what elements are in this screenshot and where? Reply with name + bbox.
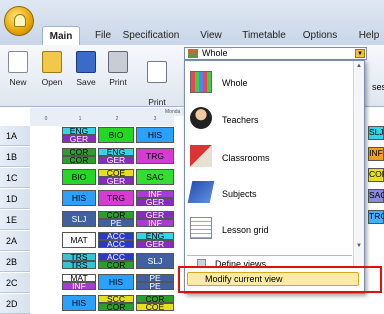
menu-item-classrooms[interactable]: Classrooms: [185, 139, 353, 173]
grid-cell[interactable]: TRG: [136, 148, 174, 164]
timetable-icon: [190, 71, 212, 93]
row-label: 1C: [0, 168, 30, 188]
open-button[interactable]: Open: [36, 49, 68, 105]
grid-cell[interactable]: SAC: [368, 189, 384, 203]
row-label: 1A: [0, 126, 30, 146]
grid-cell[interactable]: GER: [98, 156, 134, 164]
grid-cell[interactable]: COR: [62, 156, 96, 164]
printer-icon: [108, 51, 128, 73]
grid-cell[interactable]: GER: [136, 240, 174, 248]
grid-cell[interactable]: TRG: [98, 190, 134, 206]
grid-cell[interactable]: TRG: [368, 210, 384, 224]
grid-cell[interactable]: GER: [98, 177, 134, 185]
classroom-icon: [190, 145, 212, 167]
row-label: 2B: [0, 252, 30, 272]
grid-cell[interactable]: HIS: [98, 274, 134, 290]
grid-cell[interactable]: ACC: [98, 240, 134, 248]
grid-cell[interactable]: TRS: [62, 261, 96, 269]
grid-cell[interactable]: SLJ: [136, 253, 174, 269]
scroll-down-icon[interactable]: ▼: [355, 243, 363, 252]
app-menu-button[interactable]: [4, 6, 34, 36]
tab-view[interactable]: View: [196, 26, 226, 45]
row-label: 2A: [0, 231, 30, 251]
row-label: 2C: [0, 273, 30, 293]
new-button[interactable]: New: [2, 49, 34, 105]
row-label: 2D: [0, 294, 30, 314]
grid-cell[interactable]: COR: [98, 261, 134, 269]
grid-cell[interactable]: GER: [136, 198, 174, 206]
view-select[interactable]: Whole ▼: [184, 47, 367, 60]
print-button[interactable]: Print: [102, 49, 134, 105]
grid-cell[interactable]: BIO: [98, 127, 134, 143]
bell-icon: [14, 14, 26, 27]
print-preview-icon: [147, 61, 167, 83]
print-preview-button[interactable]: Print preview: [138, 49, 176, 117]
col-number: 3: [136, 116, 174, 126]
col-number: 0: [30, 116, 62, 126]
tab-options[interactable]: Options: [300, 26, 340, 45]
teacher-icon: [190, 107, 212, 129]
grid-cell[interactable]: MAT: [62, 232, 96, 248]
grid-cell[interactable]: BIO: [62, 169, 96, 185]
grid-cell[interactable]: COE: [136, 303, 174, 311]
grid-cell[interactable]: COR: [98, 303, 134, 311]
grid-cell[interactable]: SLJ: [368, 126, 384, 140]
grid-cell[interactable]: SAC: [136, 169, 174, 185]
menu-item-teachers[interactable]: Teachers: [185, 101, 353, 135]
view-dropdown-menu: Whole Teachers Classrooms Subjects Lesso…: [184, 60, 365, 294]
tab-main[interactable]: Main: [42, 26, 80, 45]
grid-cell[interactable]: INF: [136, 219, 174, 227]
save-icon: [76, 51, 96, 73]
grid-cell[interactable]: SLJ: [62, 211, 96, 227]
folder-icon: [42, 51, 62, 73]
grid-cell[interactable]: INF: [62, 282, 96, 290]
scroll-up-icon[interactable]: ▲: [355, 63, 363, 72]
chevron-down-icon[interactable]: ▼: [355, 49, 365, 58]
grid-cell[interactable]: INF: [368, 147, 384, 161]
tab-timetable[interactable]: Timetable: [236, 26, 292, 45]
ribbon-partial-label: ses: [372, 82, 384, 92]
day-header: Monda: [30, 108, 190, 116]
grid-cell[interactable]: HIS: [62, 295, 96, 311]
col-number: 1: [62, 116, 98, 126]
menu-item-lesson-grid[interactable]: Lesson grid: [185, 211, 353, 245]
col-number: 2: [98, 116, 136, 126]
row-label: 1D: [0, 189, 30, 209]
lesson-grid-icon: [190, 217, 212, 239]
row-label: 1B: [0, 147, 30, 167]
tab-file[interactable]: File: [86, 26, 120, 45]
grid-cell[interactable]: PE: [136, 282, 174, 290]
tab-help[interactable]: Help: [354, 26, 384, 45]
save-button[interactable]: Save: [70, 49, 102, 105]
grid-cell[interactable]: HIS: [136, 127, 174, 143]
menu-scrollbar[interactable]: ▲ ▼: [353, 61, 364, 267]
grid-cell[interactable]: PE: [98, 219, 134, 227]
menu-item-subjects[interactable]: Subjects: [185, 175, 353, 209]
menu-separator: [187, 255, 352, 256]
callout-highlight-box: [178, 266, 382, 293]
grid-cell[interactable]: HIS: [62, 190, 96, 206]
grid-cell[interactable]: COF: [368, 168, 384, 182]
tab-specification[interactable]: Specification: [122, 26, 180, 45]
grid-view-icon: [188, 49, 198, 58]
ribbon-tab-bar: Main File Specification View Timetable O…: [0, 0, 384, 45]
grid-cell[interactable]: GER: [62, 135, 96, 143]
row-label: 1E: [0, 210, 30, 230]
menu-item-whole[interactable]: Whole: [185, 65, 353, 99]
new-document-icon: [8, 51, 28, 73]
book-icon: [187, 181, 215, 203]
